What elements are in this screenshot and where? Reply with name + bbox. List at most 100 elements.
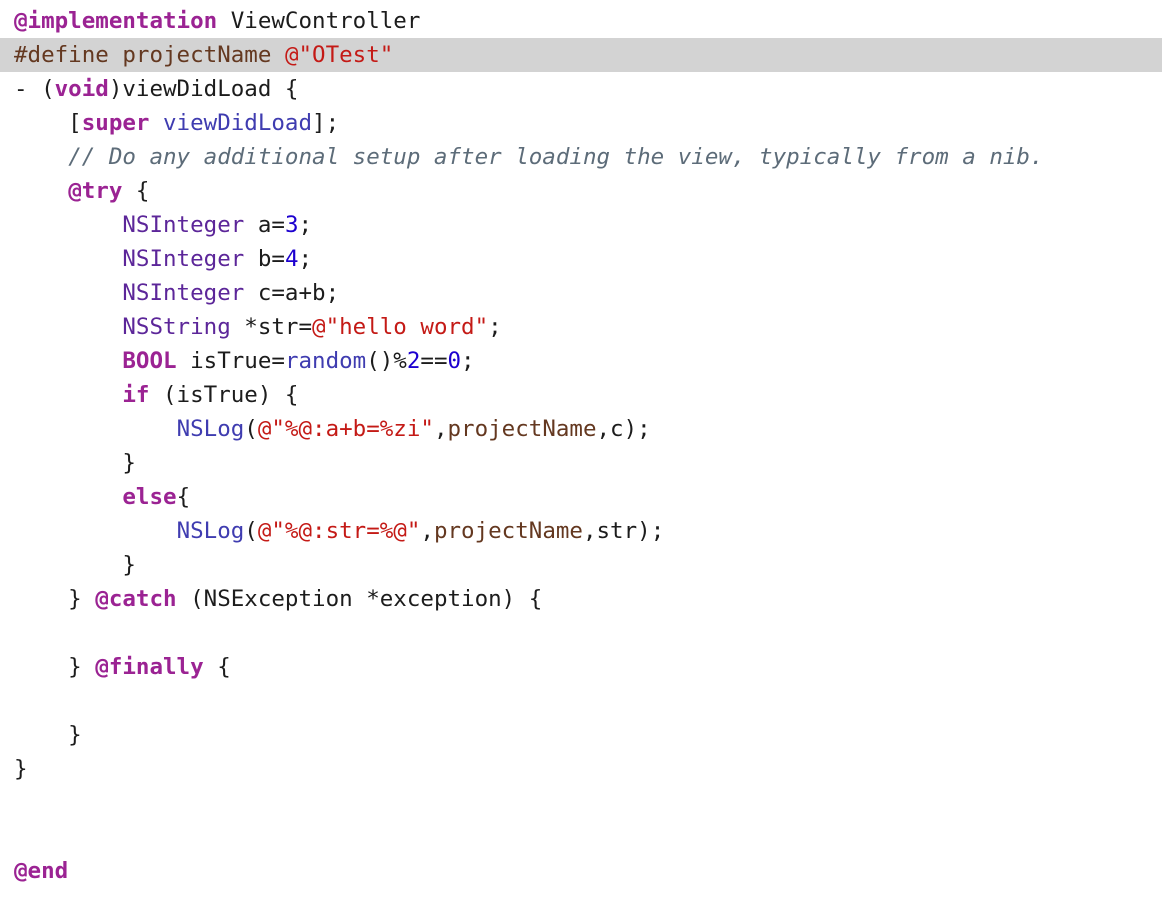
- code-token-keyword: @try: [68, 178, 123, 204]
- code-token-keyword: @catch: [95, 586, 177, 612]
- code-line[interactable]: }: [0, 752, 1162, 786]
- code-token-string: @"%@:a+b=%zi": [257, 416, 434, 442]
- code-token-keyword: @end: [14, 858, 69, 884]
- code-token-func: NSLog: [176, 518, 245, 544]
- code-token-plain: {: [122, 178, 150, 204]
- code-token-keyword: if: [122, 382, 150, 408]
- code-token-plain: ;: [298, 246, 313, 272]
- code-token-plain: }: [14, 450, 136, 476]
- code-token-string: @"hello word": [312, 314, 489, 340]
- code-token-string: @"OTest": [284, 42, 394, 68]
- code-token-number: 3: [284, 212, 299, 238]
- code-line[interactable]: }: [0, 718, 1162, 752]
- code-line[interactable]: if (isTrue) {: [0, 378, 1162, 412]
- code-line[interactable]: NSInteger a=3;: [0, 208, 1162, 242]
- code-token-func: NSLog: [176, 416, 245, 442]
- code-token-plain: ,: [433, 416, 448, 442]
- code-token-macro: projectName: [447, 416, 597, 442]
- code-token-type: NSInteger: [122, 280, 245, 306]
- code-line[interactable]: @implementation ViewController: [0, 4, 1162, 38]
- code-token-preproc: #define projectName: [14, 42, 285, 68]
- code-line[interactable]: [0, 820, 1162, 854]
- code-token-plain: isTrue=: [176, 348, 285, 374]
- code-token-macro: projectName: [433, 518, 583, 544]
- code-line[interactable]: // Do any additional setup after loading…: [0, 140, 1162, 174]
- code-token-plain: ;: [298, 212, 313, 238]
- code-line[interactable]: NSInteger b=4;: [0, 242, 1162, 276]
- code-token-comment: // Do any additional setup after loading…: [68, 144, 1044, 170]
- code-token-number: 0: [447, 348, 462, 374]
- code-token-keyword: super: [81, 110, 150, 136]
- code-line[interactable]: }: [0, 548, 1162, 582]
- code-token-plain: ()%: [366, 348, 407, 374]
- code-line[interactable]: } @finally {: [0, 650, 1162, 684]
- code-token-plain: a=: [244, 212, 285, 238]
- code-token-plain: [: [14, 110, 82, 136]
- code-token-type: NSInteger: [122, 246, 245, 272]
- code-line[interactable]: @try {: [0, 174, 1162, 208]
- code-token-plain: ViewController: [217, 8, 421, 34]
- code-token-plain: (isTrue) {: [149, 382, 299, 408]
- code-token-keyword: void: [54, 76, 109, 102]
- code-token-number: 4: [284, 246, 299, 272]
- code-token-plain: }: [14, 586, 96, 612]
- code-token-plain: ;: [461, 348, 475, 374]
- code-token-number: 2: [406, 348, 421, 374]
- code-token-plain: }: [14, 654, 96, 680]
- code-token-plain: b=: [244, 246, 285, 272]
- code-line[interactable]: #define projectName @"OTest": [0, 38, 1162, 72]
- code-token-plain: )viewDidLoad {: [108, 76, 299, 102]
- code-line[interactable]: NSLog(@"%@:a+b=%zi",projectName,c);: [0, 412, 1162, 446]
- code-token-keyword: else: [122, 484, 177, 510]
- code-token-plain: - (: [14, 76, 55, 102]
- code-line[interactable]: } @catch (NSException *exception) {: [0, 582, 1162, 616]
- code-token-plain: (NSException *exception) {: [176, 586, 543, 612]
- code-token-plain: c=a+b;: [244, 280, 340, 306]
- code-token-plain: ,c);: [596, 416, 651, 442]
- code-token-plain: ==: [420, 348, 448, 374]
- code-line[interactable]: - (void)viewDidLoad {: [0, 72, 1162, 106]
- code-line[interactable]: else{: [0, 480, 1162, 514]
- code-line[interactable]: [0, 684, 1162, 718]
- code-line[interactable]: NSInteger c=a+b;: [0, 276, 1162, 310]
- code-token-func: random: [284, 348, 367, 374]
- code-line[interactable]: }: [0, 446, 1162, 480]
- code-token-type: NSInteger: [122, 212, 245, 238]
- code-line[interactable]: BOOL isTrue=random()%2==0;: [0, 344, 1162, 378]
- code-token-plain: {: [203, 654, 231, 680]
- code-token-plain: *str=: [230, 314, 313, 340]
- code-editor[interactable]: @implementation ViewController #define pr…: [0, 4, 1162, 888]
- code-line[interactable]: @end: [0, 854, 1162, 888]
- code-token-plain: ,str);: [582, 518, 665, 544]
- code-token-plain: (: [244, 416, 258, 442]
- code-token-func: viewDidLoad: [163, 110, 313, 136]
- code-token-type: NSString: [122, 314, 231, 340]
- code-line[interactable]: NSLog(@"%@:str=%@",projectName,str);: [0, 514, 1162, 548]
- code-token-plain: ,: [420, 518, 434, 544]
- code-line[interactable]: [0, 616, 1162, 650]
- code-token-plain: ];: [312, 110, 340, 136]
- code-token-plain: }: [14, 552, 136, 578]
- code-token-plain: }: [14, 756, 28, 782]
- code-line[interactable]: NSString *str=@"hello word";: [0, 310, 1162, 344]
- code-token-plain: ;: [488, 314, 502, 340]
- code-token-keyword: @finally: [95, 654, 204, 680]
- code-line[interactable]: [super viewDidLoad];: [0, 106, 1162, 140]
- code-line[interactable]: [0, 786, 1162, 820]
- code-token-string: @"%@:str=%@": [257, 518, 421, 544]
- code-token-plain: }: [14, 722, 82, 748]
- code-token-plain: {: [176, 484, 191, 510]
- code-token-plain: (: [244, 518, 258, 544]
- code-token-keyword: @implementation: [14, 8, 218, 34]
